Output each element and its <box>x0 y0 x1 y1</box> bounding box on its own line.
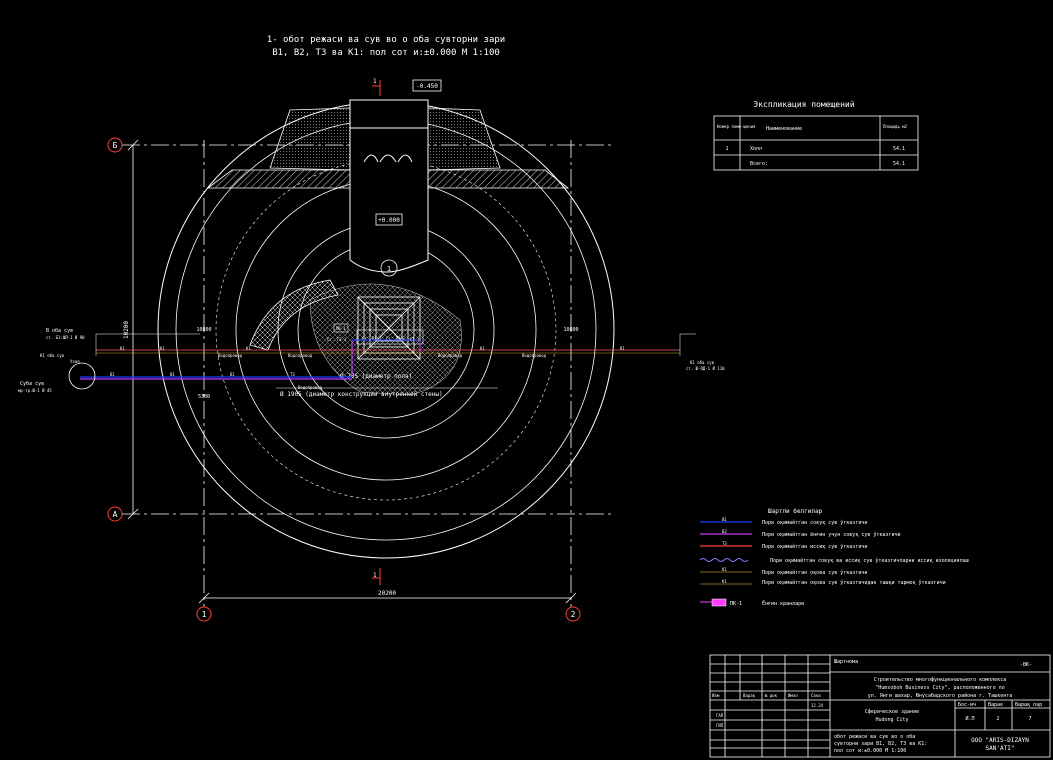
explication-col-number: Номер поме-щения <box>717 124 756 129</box>
header-title-line1: 1- обот режаси ва сув во о оба сувторни … <box>267 34 505 45</box>
water-mains-label-3: Водопровод <box>438 353 463 358</box>
water-mains-label-5: Водопровод <box>298 385 323 390</box>
legend-tag: К1 <box>722 579 727 584</box>
legend-tag: ПК-1 <box>730 601 742 607</box>
tb-project-line3: ул. Янги шахар, Юнусабадского района г. … <box>868 692 1013 699</box>
legend-item: Пори оқимайтган оқова сув ўтказгичидан т… <box>762 579 946 586</box>
header-title-line2: В1, В2, Т3 ва К1: пол сот и:±0.000 М 1:1… <box>272 48 500 58</box>
tb-company-line1: ООО "ARIS-DIZAYN <box>971 737 1029 744</box>
dim-left-short: 5300 <box>198 394 210 400</box>
stoyak-3: Ст. Т3-1 <box>327 337 347 342</box>
dim-mid-right: 10800 <box>563 327 578 333</box>
tb-date: 12.24 <box>811 703 824 708</box>
legend-tag: Т3 <box>722 541 727 546</box>
explication-table: Экспликация помещений Номер поме-щения Н… <box>713 100 919 171</box>
water-mains-label-4: Водопровод <box>522 353 547 358</box>
dim-vertical: 10200 <box>123 321 130 339</box>
legend-item: Пори оқимайтган совуқ ва иссиқ сув ўтказ… <box>770 557 969 564</box>
right-pipe-title: К1 оба сув <box>690 360 714 365</box>
drawing-header: 1- обот режаси ва сув во о оба сувторни … <box>267 34 505 58</box>
dim-mid-left: 10800 <box>196 327 211 333</box>
floor-level-text: +0.000 <box>378 217 400 224</box>
cad-drawing: 1- обот режаси ва сув во о оба сувторни … <box>18 34 1051 758</box>
left-pipe-bot-sub: мр-тр.Ш-1 Ø 45 <box>18 388 52 393</box>
explication-col-area: Площадь м2 <box>883 124 908 129</box>
legend-tag: К1 <box>722 567 727 572</box>
left-node-label: Узел <box>70 359 80 364</box>
pipe-tag: К1 <box>246 346 251 351</box>
legend-item: Ёнғин кранлари <box>762 600 804 607</box>
label-diameter-wall: Ø 1905 (диаметр конструкции внутренней с… <box>280 391 443 398</box>
tb-sheets-label: Варақ лар <box>1015 702 1042 708</box>
dim-horizontal: 20200 <box>378 590 396 597</box>
legend-item: Пори оқимайтган оқова сув ўтказгичи <box>762 569 867 576</box>
room-number: 1 <box>387 265 391 273</box>
tb-sheet-label: Варак <box>988 702 1003 708</box>
explication-row2-name: Всего: <box>750 161 768 167</box>
pipe-tag: В1 <box>230 372 235 377</box>
pipe-tag: К1 <box>120 346 125 351</box>
explication-row1-name: Холл <box>750 146 762 152</box>
axis-label-1: 1 <box>202 610 207 619</box>
tb-notes-label: Шартнома <box>834 659 858 665</box>
left-pipe-top-sub: ст. Б1:ШЛ-1 Ø 90 <box>46 335 85 340</box>
axis-label-a: А <box>113 510 118 519</box>
legend-swatch-insulation <box>699 558 749 562</box>
legend-title: Шартли белгилар <box>768 508 823 515</box>
tb-row-gip: ГИП <box>716 723 724 728</box>
tb-object-line1: Сферическое здание <box>865 709 919 715</box>
left-pipe-top-title: В оба сув <box>46 327 73 334</box>
legend-item: Пори оқимайтган совуқ сув ўтказгичи <box>762 519 867 526</box>
inlet-well <box>68 362 96 390</box>
explication-row2-area: 54.1 <box>893 161 905 167</box>
tb-col-izm: Изм <box>712 693 720 698</box>
tb-sheet-title-line2: сувторни зари В1, В2, Т3 ва К1: <box>834 741 927 747</box>
tb-project-line1: Строительство многофункционального компл… <box>874 677 1006 683</box>
tb-project-line2: "Humsoboh Business City", расположенного… <box>875 685 1004 691</box>
legend: Шартли белгилар В1 Пори оқимайтган совуқ… <box>699 508 969 607</box>
top-level-text: -0.450 <box>416 83 438 90</box>
pipe-tag: В1 <box>110 372 115 377</box>
left-pipe-mid-title: К1 оба сув <box>40 353 64 358</box>
tb-sheet-title-line3: пол сот и:±0.000 М 1:100 <box>834 748 906 754</box>
tb-row-gap: ГАП <box>716 713 724 718</box>
explication-col-name: Наименование <box>766 126 802 132</box>
tb-col-sign: Имзо <box>788 693 798 698</box>
tb-code: -ВК- <box>1020 662 1032 668</box>
tb-sheet-title-line1: обот режаси ва сув во о оба <box>834 733 915 740</box>
tb-col-sheet: Варақ <box>743 693 756 698</box>
section-mark-top: 1 <box>373 78 377 85</box>
axis-label-2: 2 <box>571 610 576 619</box>
tb-stage: И.П <box>965 716 974 722</box>
axis-label-b: Б <box>113 141 118 150</box>
legend-tag: В1 <box>722 517 727 522</box>
legend-tag: В2 <box>722 529 727 534</box>
explication-title: Экспликация помещений <box>753 100 854 109</box>
tb-stage-label: Бос-ич <box>958 702 976 708</box>
pipe-tag: К1 <box>160 346 165 351</box>
legend-item: Пори оқимайтган ёнғин учун совуқ сув ўтк… <box>762 531 900 538</box>
title-block: Шартнома -ВК- Строительство многофункцио… <box>709 654 1051 758</box>
central-corridor <box>349 99 429 273</box>
left-pipe-bot-title: Суба сув <box>20 380 44 387</box>
tb-sheet: 2 <box>996 716 999 722</box>
pk-label: ПК-1 <box>336 326 346 331</box>
pipe-tag: К1 <box>480 346 485 351</box>
tb-sheets: 7 <box>1028 716 1031 722</box>
water-mains-label-2: Водопровод <box>288 353 313 358</box>
tb-col-date: Сана <box>811 693 821 698</box>
explication-row1-no: 1 <box>725 146 728 152</box>
tb-object-line2: Hudong City <box>875 717 908 723</box>
tb-company-line2: SAN'ATI" <box>986 745 1015 752</box>
legend-item: Пори оқимайтган иссиқ сув ўтказгичи <box>762 543 867 550</box>
pipe-tag: К1 <box>620 346 625 351</box>
legend-swatch-pk <box>711 598 727 607</box>
tb-col-doc: № док <box>765 693 778 698</box>
pipe-tag: В1 <box>170 372 175 377</box>
pipe-tag: Т3 <box>290 372 295 377</box>
explication-row1-area: 54.1 <box>893 146 905 152</box>
section-mark-bottom: 1 <box>373 572 377 579</box>
water-mains-label-1: Водопровод <box>218 353 243 358</box>
right-pipe-sub: ст. Ш-ОД-1 Ø 110 <box>686 366 725 371</box>
